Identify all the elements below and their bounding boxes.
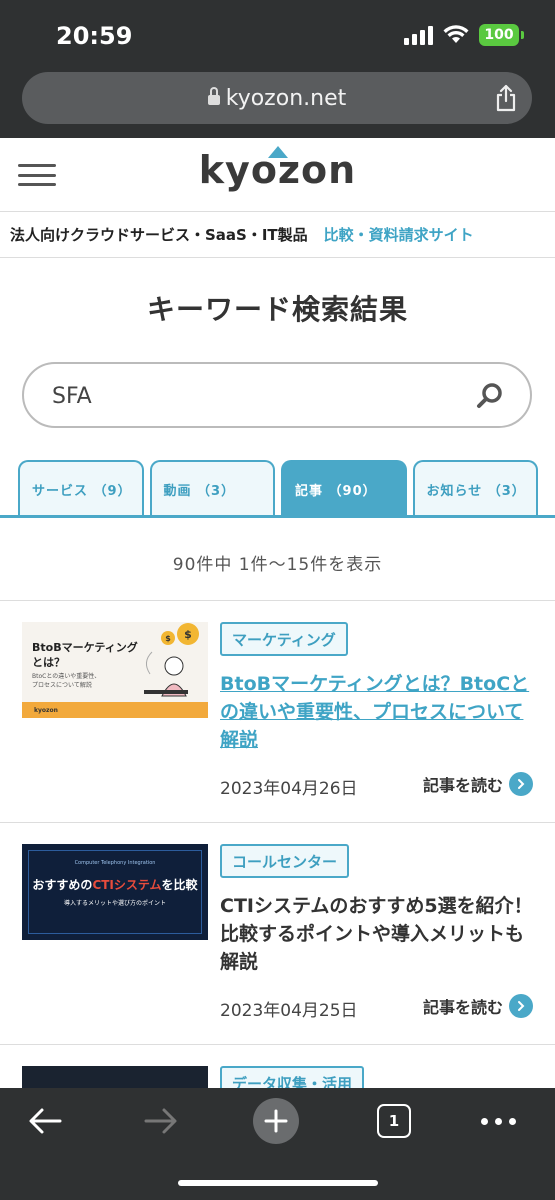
url-text: kyozon.net: [225, 85, 347, 111]
tagline-accent: 比較・資料請求サイト: [323, 226, 474, 244]
site-tagline: 法人向けクラウドサービス・SaaS・IT製品 比較・資料請求サイト: [0, 212, 555, 258]
logo-triangle-icon: [268, 146, 288, 158]
new-tab-button[interactable]: [253, 1098, 299, 1144]
article-item: Computer Telephony Integration おすすめのCTIシ…: [0, 822, 555, 1044]
read-more-label: 記事を読む: [422, 998, 503, 1017]
back-arrow-icon[interactable]: [26, 1104, 66, 1138]
read-more-label: 記事を読む: [422, 776, 503, 795]
tab-switcher-button[interactable]: 1: [377, 1104, 411, 1138]
article-item: BtoBマーケティング とは？ BtoCとの違いや重要性、 プロセスについて解説…: [0, 600, 555, 822]
lock-icon: [207, 86, 220, 108]
tabs-underline: [0, 515, 555, 518]
forward-arrow-icon[interactable]: [140, 1104, 180, 1138]
share-icon[interactable]: [494, 84, 518, 112]
article-thumbnail[interactable]: [22, 1066, 208, 1088]
tab-services[interactable]: サービス （9）: [18, 460, 144, 516]
article-date: 2023年04月25日: [220, 1001, 358, 1021]
thumb-title: おすすめのCTIシステムを比較: [32, 878, 198, 892]
tab-news[interactable]: お知らせ （3）: [412, 460, 538, 516]
cellular-signal-icon: [404, 25, 433, 45]
tagline-main: 法人向けクラウドサービス・SaaS・IT製品: [10, 226, 308, 244]
article-category[interactable]: マーケティング: [220, 622, 348, 656]
read-more-link[interactable]: 記事を読む: [423, 772, 533, 796]
status-time: 20:59: [56, 22, 133, 50]
thumb-subtitle: Computer Telephony Integration: [74, 860, 156, 866]
person-illustration-icon: $ $: [144, 623, 199, 697]
article-title[interactable]: BtoBマーケティングとは？BtoCとの違いや重要性、プロセスについて解説: [220, 670, 535, 754]
search-icon[interactable]: [476, 382, 504, 410]
page-title: キーワード検索結果: [146, 293, 408, 326]
tab-videos[interactable]: 動画 （3）: [149, 460, 275, 516]
result-count: 90件中 1件〜15件を表示: [172, 555, 383, 575]
plus-icon: [264, 1109, 288, 1133]
search-input[interactable]: [52, 378, 452, 414]
wifi-icon: [443, 25, 469, 43]
status-icons: 100: [404, 24, 524, 46]
article-thumbnail[interactable]: BtoBマーケティング とは？ BtoCとの違いや重要性、 プロセスについて解説…: [22, 622, 208, 718]
home-indicator: [178, 1180, 378, 1186]
tab-articles[interactable]: 記事 （90）: [281, 460, 407, 516]
thumb-logo: kyozon: [34, 707, 58, 714]
svg-text:$: $: [165, 634, 171, 643]
thumb-caption: 導入するメリットや選び方のポイント: [63, 900, 166, 907]
read-more-link[interactable]: 記事を読む: [423, 994, 533, 1018]
battery-icon: 100: [479, 24, 524, 46]
browser-top-chrome: 20:59 100 kyozon.net: [0, 0, 555, 138]
chevron-right-icon: [509, 772, 533, 796]
thumb-subtitle: BtoCとの違いや重要性、 プロセスについて解説: [32, 673, 101, 689]
result-tabs: サービス （9） 動画 （3） 記事 （90） お知らせ （3）: [18, 460, 538, 516]
article-date: 2023年04月26日: [220, 779, 358, 799]
chevron-right-icon: [509, 994, 533, 1018]
article-category[interactable]: コールセンター: [220, 844, 350, 878]
article-category[interactable]: データ収集・活用: [220, 1066, 365, 1088]
article-item: データ収集・活用: [0, 1044, 555, 1088]
article-title[interactable]: CTIシステムのおすすめ5選を紹介！比較するポイントや導入メリットも解説: [220, 892, 535, 976]
article-thumbnail[interactable]: Computer Telephony Integration おすすめのCTIシ…: [22, 844, 208, 940]
address-bar[interactable]: kyozon.net: [22, 72, 532, 124]
more-icon[interactable]: [481, 1118, 516, 1125]
search-box: [22, 362, 532, 428]
site-header: kyozon: [0, 138, 555, 212]
svg-text:$: $: [184, 628, 192, 641]
